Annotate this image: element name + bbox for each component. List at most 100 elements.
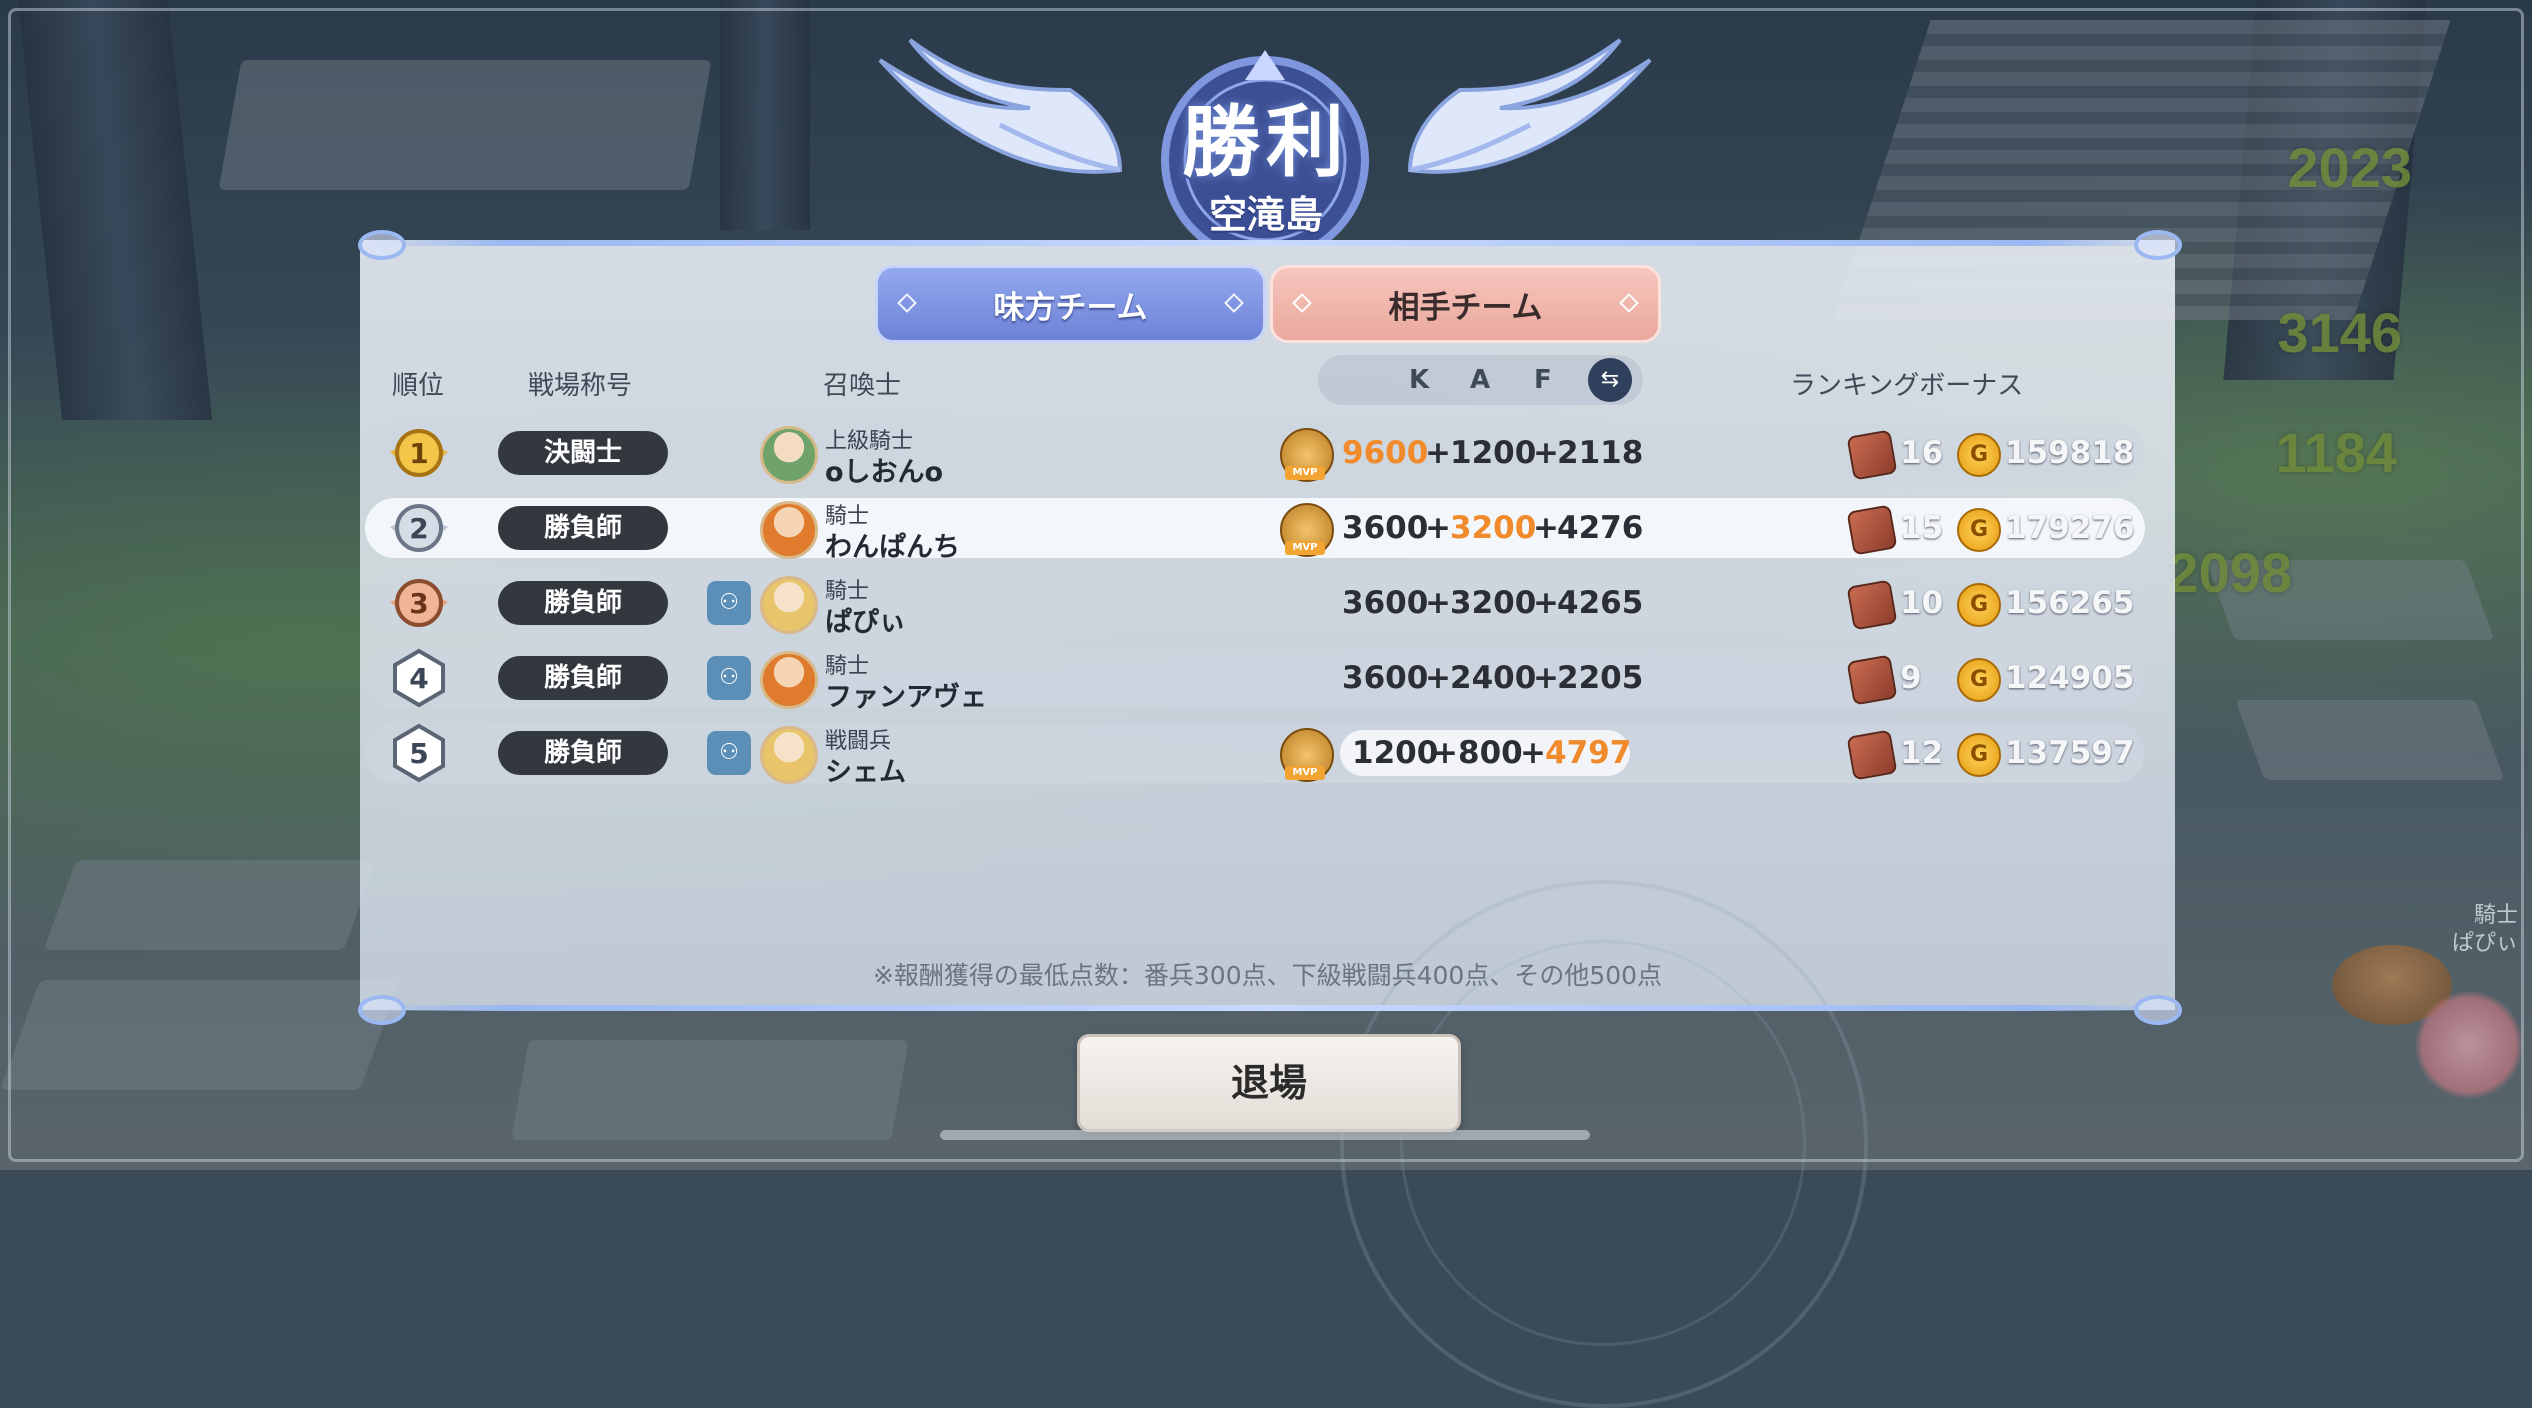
party-icon: ⚇ <box>707 581 751 625</box>
avatar <box>760 651 818 709</box>
fort-score: 4797 <box>1545 735 1632 771</box>
assist-score: 800 <box>1458 735 1523 771</box>
gold-amount: 124905 <box>2005 660 2135 696</box>
tab-ally-team[interactable]: 味方チーム <box>875 265 1266 343</box>
kill-score: 3600 <box>1342 585 1429 621</box>
map-name: 空滝島 <box>1208 193 1323 237</box>
col-f-header: F <box>1534 365 1552 395</box>
plus-sign: + <box>1533 435 1559 471</box>
title-pill: 決闘士 <box>498 431 668 475</box>
rank-number: 5 <box>409 737 429 770</box>
chest-count: 15 <box>1900 510 1944 546</box>
bg-score: 1184 <box>2275 421 2398 484</box>
col-a-header: A <box>1470 365 1491 395</box>
flower-decoration <box>2414 990 2524 1100</box>
col-bonus-header: ランキングボーナス <box>1790 371 2024 401</box>
mvp-tag: MVP <box>1285 541 1325 555</box>
chest-count: 10 <box>1900 585 1944 621</box>
avatar <box>760 576 818 634</box>
gold-amount: 159818 <box>2005 435 2135 471</box>
tab-enemy-label: 相手チーム <box>1388 289 1543 326</box>
diamond-icon <box>897 293 917 313</box>
plus-sign: + <box>1425 435 1451 471</box>
bottom-rail <box>360 1005 2175 1011</box>
party-icon: ⚇ <box>707 656 751 700</box>
gold-amount: 156265 <box>2005 585 2135 621</box>
avatar <box>760 501 818 559</box>
title-pill: 勝負師 <box>498 506 668 550</box>
diamond-icon <box>1224 293 1244 313</box>
mvp-tag: MVP <box>1285 466 1325 480</box>
home-indicator <box>940 1130 1590 1140</box>
title-pill: 勝負師 <box>498 656 668 700</box>
plus-sign: + <box>1533 510 1559 546</box>
assist-score: 2400 <box>1450 660 1537 696</box>
tab-ally-label: 味方チーム <box>993 289 1148 326</box>
treasure-chest-icon <box>1846 429 1898 481</box>
treasure-chest-icon <box>1846 654 1898 706</box>
assist-score: 3200 <box>1450 510 1537 546</box>
pillar <box>720 0 810 230</box>
gold-coin-icon: G <box>1957 433 2001 477</box>
player-name: わんぱんち <box>825 532 960 563</box>
avatar <box>760 426 818 484</box>
player-name: ファンアヴェ <box>825 682 987 713</box>
tab-enemy-team[interactable]: 相手チーム <box>1270 265 1661 343</box>
gold-coin-icon: G <box>1957 658 2001 702</box>
magic-circle-decoration <box>1400 940 1806 1346</box>
floor-tile <box>43 860 377 950</box>
rank-number: 1 <box>409 437 429 470</box>
gold-coin-icon: G <box>1957 508 2001 552</box>
assist-score: 3200 <box>1450 585 1537 621</box>
rank-number: 4 <box>409 662 429 695</box>
bg-score: 2023 <box>2287 136 2412 199</box>
chest-count: 9 <box>1900 660 1922 696</box>
pillar <box>17 0 213 420</box>
rail-ornament <box>2134 995 2182 1025</box>
rail-ornament <box>358 995 406 1025</box>
result-title: 勝利 <box>1181 98 1350 188</box>
plus-sign: + <box>1432 735 1458 771</box>
title-pill: 勝負師 <box>498 581 668 625</box>
bg-player-class: 騎士 <box>2473 903 2518 928</box>
treasure-chest-icon <box>1846 579 1898 631</box>
title-pill: 勝負師 <box>498 731 668 775</box>
floor-tile <box>511 1040 909 1140</box>
rail-ornament <box>2134 230 2182 260</box>
rank-number: 3 <box>409 587 429 620</box>
plus-sign: + <box>1425 510 1451 546</box>
floor-tile <box>0 980 401 1090</box>
kill-score: 3600 <box>1342 660 1429 696</box>
gold-amount: 137597 <box>2005 735 2135 771</box>
col-title-header: 戦場称号 <box>528 371 633 401</box>
rail-ornament <box>358 230 406 260</box>
treasure-chest-icon <box>1846 504 1898 556</box>
rank-number: 2 <box>409 512 429 545</box>
bg-player-label: 騎士 ぱぴぃ <box>2452 902 2518 958</box>
party-icon: ⚇ <box>707 731 751 775</box>
top-rail <box>360 240 2175 246</box>
bg-player-name: ぱぴぃ <box>2451 931 2518 956</box>
fort-score: 4276 <box>1557 510 1644 546</box>
gold-coin-icon: G <box>1957 583 2001 627</box>
exit-button[interactable]: 退場 <box>1077 1034 1461 1132</box>
mvp-tag: MVP <box>1285 766 1325 780</box>
player-name: ぱぴぃ <box>825 607 906 638</box>
avatar <box>760 726 818 784</box>
plus-sign: + <box>1425 585 1451 621</box>
gold-coin-icon: G <box>1957 733 2001 777</box>
chest-count: 16 <box>1900 435 1944 471</box>
player-name: シェム <box>825 757 906 788</box>
kill-score: 1200 <box>1352 735 1439 771</box>
stone-platform <box>218 60 712 190</box>
col-k-header: K <box>1409 365 1430 395</box>
plus-sign: + <box>1425 660 1451 696</box>
floor-tile <box>2235 700 2505 780</box>
swap-icon[interactable]: ⇆ <box>1588 358 1632 402</box>
kill-score: 9600 <box>1342 435 1429 471</box>
assist-score: 1200 <box>1450 435 1537 471</box>
player-name: oしおんo <box>825 457 944 488</box>
treasure-chest-icon <box>1846 729 1898 781</box>
kill-score: 3600 <box>1342 510 1429 546</box>
gold-amount: 179276 <box>2005 510 2135 546</box>
